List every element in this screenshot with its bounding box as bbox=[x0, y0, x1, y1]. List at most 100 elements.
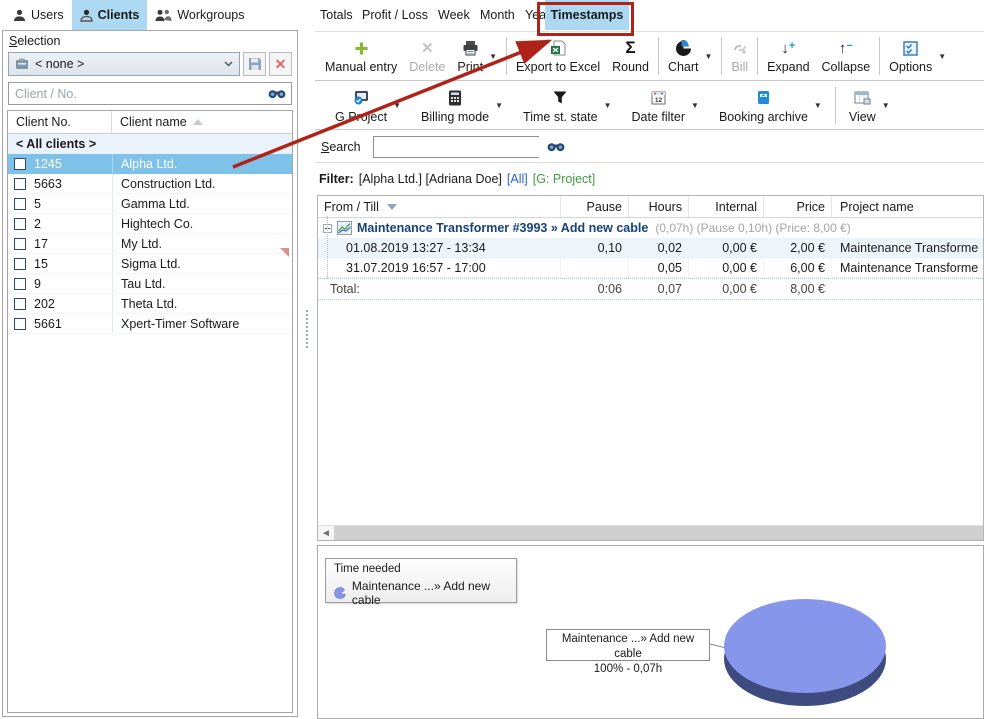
client-list: Client No. Client name < All clients > 1… bbox=[7, 110, 293, 713]
sigma-icon: Σ bbox=[625, 38, 635, 58]
client-checkbox[interactable] bbox=[14, 198, 26, 210]
options-button[interactable]: Options ▼ bbox=[883, 32, 952, 80]
print-button[interactable]: Print ▼ bbox=[451, 32, 503, 80]
client-row[interactable]: 5661 Xpert-Timer Software bbox=[8, 314, 292, 334]
tab-clients[interactable]: Clients bbox=[72, 0, 148, 30]
client-checkbox[interactable] bbox=[14, 218, 26, 230]
toolbar-separator bbox=[721, 37, 722, 75]
delete-x-icon: ✕ bbox=[421, 41, 434, 56]
total-row: Total: 0:06 0,07 0,00 € 8,00 € bbox=[318, 278, 983, 300]
options-dropdown-arrow[interactable]: ▼ bbox=[938, 52, 946, 61]
column-header-client-no[interactable]: Client No. bbox=[8, 111, 112, 133]
group-by-project-button[interactable]: G.Project ▼ bbox=[325, 82, 411, 129]
callout-value: 100% - 0,07h bbox=[547, 662, 709, 677]
column-header-client-name[interactable]: Client name bbox=[112, 115, 203, 129]
export-to-excel-button[interactable]: Export to Excel bbox=[510, 32, 606, 80]
options-checklist-icon bbox=[903, 41, 918, 56]
filter-selection: [Alpha Ltd.] [Adriana Doe] bbox=[359, 172, 502, 186]
column-header-hours[interactable]: Hours bbox=[628, 196, 688, 217]
client-checkbox[interactable] bbox=[14, 278, 26, 290]
chart-dropdown-arrow[interactable]: ▼ bbox=[705, 52, 713, 61]
client-checkbox[interactable] bbox=[14, 298, 26, 310]
client-checkbox[interactable] bbox=[14, 258, 26, 270]
booking-archive-dropdown-arrow[interactable]: ▼ bbox=[814, 101, 822, 110]
expand-button[interactable]: ↓+ Expand bbox=[761, 32, 815, 80]
group-summary: (0,07h) (Pause 0,10h) (Price: 8,00 €) bbox=[655, 221, 850, 235]
timestamp-row[interactable]: 31.07.2019 16:57 - 17:00 0,05 0,00 € 6,0… bbox=[318, 258, 983, 278]
search-label: Search bbox=[321, 140, 361, 154]
round-button[interactable]: Σ Round bbox=[606, 32, 655, 80]
time-stamp-state-button[interactable]: Time st. state ▼ bbox=[513, 82, 621, 129]
panel-splitter[interactable] bbox=[306, 310, 308, 348]
column-header-pause[interactable]: Pause bbox=[560, 196, 628, 217]
delete-button[interactable]: ✕ Delete bbox=[403, 32, 451, 80]
horizontal-scrollbar[interactable]: ◄ bbox=[318, 525, 983, 540]
timestamp-search-input[interactable] bbox=[374, 137, 547, 157]
column-header-from-till[interactable]: From / Till bbox=[318, 196, 560, 217]
client-checkbox[interactable] bbox=[14, 318, 26, 330]
client-checkbox[interactable] bbox=[14, 178, 26, 190]
date-filter-dropdown-arrow[interactable]: ▼ bbox=[691, 101, 699, 110]
tab-users-label: Users bbox=[31, 8, 64, 22]
toolbar-separator bbox=[506, 37, 507, 75]
chart-panel: Time needed Maintenance ...» Add new cab… bbox=[317, 545, 984, 719]
tab-timestamps[interactable]: Timestamps bbox=[545, 0, 629, 30]
tab-month[interactable]: Month bbox=[480, 0, 515, 30]
view-dropdown-arrow[interactable]: ▼ bbox=[882, 101, 890, 110]
total-label: Total: bbox=[318, 279, 560, 299]
bill-link-icon bbox=[732, 41, 748, 56]
plus-icon bbox=[354, 41, 369, 56]
view-button[interactable]: View ▼ bbox=[839, 82, 900, 129]
booking-archive-button[interactable]: Booking archive ▼ bbox=[709, 82, 832, 129]
save-icon bbox=[248, 57, 262, 71]
scroll-left-button[interactable]: ◄ bbox=[318, 526, 334, 540]
selection-combobox[interactable]: < none > bbox=[8, 52, 240, 76]
toolbar-separator bbox=[835, 87, 836, 124]
binoculars-icon bbox=[547, 141, 565, 152]
client-checkbox[interactable] bbox=[14, 238, 26, 250]
column-header-price[interactable]: Price bbox=[763, 196, 831, 217]
pie-top bbox=[724, 599, 886, 693]
tab-profit-loss[interactable]: Profit / Loss bbox=[362, 0, 428, 30]
chart-button[interactable]: Chart ▼ bbox=[662, 32, 719, 80]
date-filter-button[interactable]: 12 Date filter ▼ bbox=[622, 82, 709, 129]
column-header-internal[interactable]: Internal bbox=[688, 196, 763, 217]
client-row[interactable]: 5663 Construction Ltd. bbox=[8, 174, 292, 194]
binoculars-icon bbox=[268, 88, 286, 99]
gproject-dropdown-arrow[interactable]: ▼ bbox=[393, 101, 401, 110]
client-search-input[interactable] bbox=[9, 83, 268, 104]
billing-mode-button[interactable]: Billing mode ▼ bbox=[411, 82, 513, 129]
tab-clients-label: Clients bbox=[98, 8, 140, 22]
tab-workgroups[interactable]: Workgroups bbox=[147, 0, 252, 30]
billing-mode-dropdown-arrow[interactable]: ▼ bbox=[495, 101, 503, 110]
project-group-row[interactable]: Maintenance Transformer #3993 » Add new … bbox=[318, 218, 983, 238]
client-checkbox[interactable] bbox=[14, 158, 26, 170]
client-row[interactable]: 2 Hightech Co. bbox=[8, 214, 292, 234]
tab-week[interactable]: Week bbox=[438, 0, 470, 30]
close-x-icon: ✕ bbox=[275, 57, 287, 71]
manual-entry-button[interactable]: Manual entry bbox=[319, 32, 403, 80]
time-state-dropdown-arrow[interactable]: ▼ bbox=[604, 101, 612, 110]
timestamp-row[interactable]: 01.08.2019 13:27 - 13:34 0,10 0,02 0,00 … bbox=[318, 238, 983, 258]
scrollbar-thumb[interactable] bbox=[334, 526, 983, 540]
tab-users[interactable]: Users bbox=[5, 0, 72, 30]
delete-selection-button[interactable]: ✕ bbox=[269, 52, 292, 76]
grid-header: From / Till Pause Hours Internal Price P… bbox=[318, 196, 983, 218]
bill-button[interactable]: Bill bbox=[725, 32, 754, 80]
save-selection-button[interactable] bbox=[243, 52, 266, 76]
collapse-button[interactable]: ↑− Collapse bbox=[816, 32, 877, 80]
all-clients-row[interactable]: < All clients > bbox=[8, 134, 292, 154]
client-row[interactable]: 17 My Ltd. bbox=[8, 234, 292, 254]
client-row[interactable]: 1245 Alpha Ltd. bbox=[8, 154, 292, 174]
tree-line bbox=[327, 216, 328, 279]
client-row[interactable]: 5 Gamma Ltd. bbox=[8, 194, 292, 214]
print-dropdown-arrow[interactable]: ▼ bbox=[489, 52, 497, 61]
column-header-project-name[interactable]: Project name bbox=[831, 196, 983, 217]
client-row[interactable]: 202 Theta Ltd. bbox=[8, 294, 292, 314]
client-row[interactable]: 9 Tau Ltd. bbox=[8, 274, 292, 294]
chart-legend: Time needed Maintenance ...» Add new cab… bbox=[325, 558, 517, 603]
collapse-arrow-icon: ↑− bbox=[839, 41, 853, 56]
client-row[interactable]: 15 Sigma Ltd. bbox=[8, 254, 292, 274]
client-icon bbox=[80, 9, 93, 22]
tab-totals[interactable]: Totals bbox=[320, 0, 353, 30]
